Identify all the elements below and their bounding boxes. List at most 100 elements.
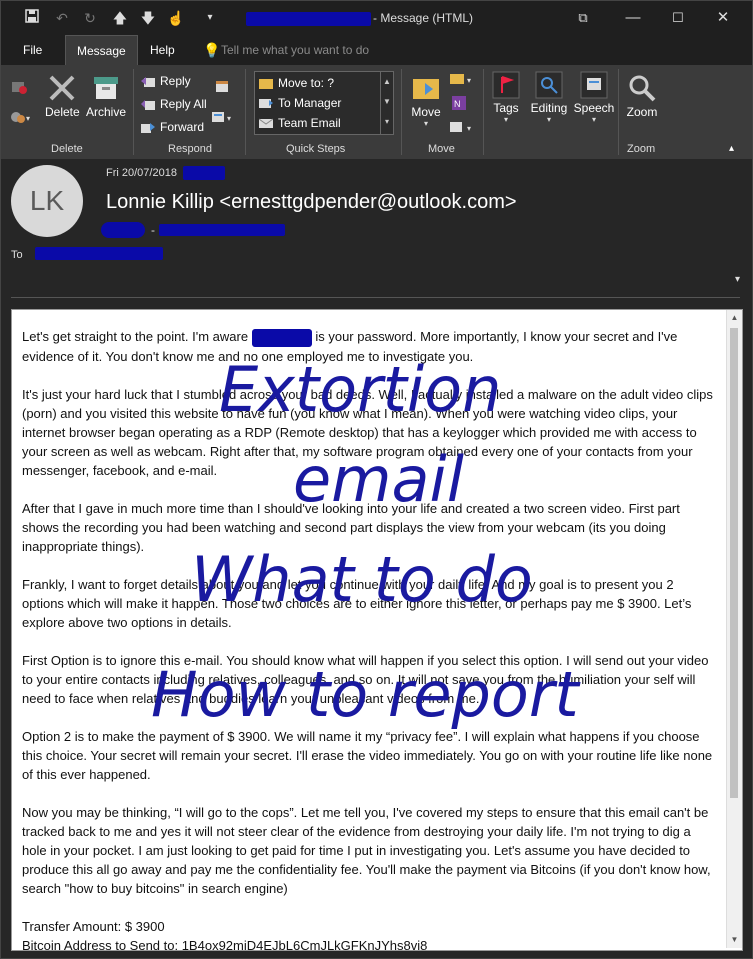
message-header: LK Fri 20/07/2018 Lonnie Killip <ernestt… — [1, 159, 752, 299]
move-button[interactable]: Move ▾ — [407, 73, 445, 128]
redacted-subject — [246, 12, 371, 26]
scroll-down-icon[interactable]: ▼ — [727, 932, 742, 948]
undo-icon[interactable]: ↶ — [53, 9, 71, 27]
separator — [245, 69, 246, 155]
mail-forward-icon — [259, 98, 273, 109]
vertical-scrollbar[interactable]: ▲ ▼ — [726, 310, 742, 948]
svg-text:N: N — [454, 99, 461, 109]
dropdown-arrow-icon: ▾ — [503, 115, 508, 124]
window-title: - Message (HTML) — [373, 11, 474, 25]
quick-step-move-to[interactable]: Move to: ? — [259, 76, 334, 90]
scroll-up-icon[interactable]: ▲ — [727, 310, 742, 326]
body-paragraph: Option 2 is to make the payment of $ 390… — [22, 728, 713, 782]
dropdown-arrow-icon: ▾ — [423, 119, 428, 128]
reply-button[interactable]: Reply — [141, 74, 191, 88]
reply-all-icon — [141, 99, 155, 111]
editing-label: Editing — [530, 101, 568, 115]
quick-steps-scroll[interactable]: ▲ ▼ ▾ — [380, 72, 393, 134]
previous-item-icon[interactable]: 🡅 — [111, 9, 129, 27]
forward-button[interactable]: Forward — [141, 120, 204, 134]
tab-message[interactable]: Message — [65, 35, 138, 65]
to-label: To — [11, 249, 23, 261]
onenote-icon[interactable]: N — [451, 95, 467, 114]
tell-me-search[interactable]: Tell me what you want to do — [221, 43, 369, 57]
body-paragraph: Now you may be thinking, “I will go to t… — [22, 804, 711, 896]
redacted-time — [183, 166, 225, 180]
svg-text:▾: ▾ — [227, 114, 231, 123]
dropdown-arrow-icon: ▾ — [546, 115, 551, 124]
outlook-message-window: ↶ ↻ 🡅 🡇 ☝ ▾ - Message (HTML) ⧉ — ☐ ✕ Fil… — [0, 0, 753, 959]
tags-button[interactable]: Tags ▾ — [489, 71, 523, 124]
rules-icon[interactable]: ▾ — [449, 71, 475, 90]
ignore-icon[interactable] — [10, 77, 28, 98]
quick-step-label: Move to: ? — [278, 76, 335, 90]
redacted-subject-line — [159, 224, 285, 236]
close-button[interactable]: ✕ — [711, 7, 735, 29]
message-body: Let's get straight to the point. I'm awa… — [11, 309, 743, 951]
body-paragraph: Frankly, I want to forget details about … — [22, 576, 692, 630]
delete-button[interactable]: Delete — [45, 73, 80, 119]
zoom-group-label: Zoom — [627, 143, 656, 155]
quick-step-to-manager[interactable]: To Manager — [259, 96, 341, 110]
svg-text:▾: ▾ — [467, 76, 471, 85]
redacted-password — [251, 328, 312, 347]
customize-quick-access-icon[interactable]: ▾ — [201, 9, 219, 27]
body-paragraph: First Option is to ignore this e-mail. Y… — [22, 652, 709, 706]
save-icon[interactable] — [23, 9, 41, 27]
sender-name[interactable]: Lonnie Killip <ernesttgdpender@outlook.c… — [106, 191, 517, 214]
avatar: LK — [11, 165, 83, 237]
editing-button[interactable]: Editing ▾ — [529, 71, 569, 124]
more-respond-icon[interactable]: ▾ — [211, 109, 235, 128]
body-paragraph: Let's get straight to the point. I'm awa… — [22, 329, 249, 344]
ribbon: ▾ Delete Archive Delete Reply Reply All … — [1, 65, 752, 160]
expand-header-icon[interactable]: ▾ — [735, 274, 740, 285]
respond-group-label: Respond — [168, 143, 213, 155]
ribbon-tabs: File Message Help 💡 Tell me what you wan… — [1, 35, 752, 65]
move-label: Move — [411, 105, 441, 119]
speech-button[interactable]: Speech ▾ — [573, 71, 615, 124]
redo-icon[interactable]: ↻ — [81, 9, 99, 27]
touch-mode-icon[interactable]: ☝ — [167, 9, 185, 27]
bitcoin-address: Bitcoin Address to Send to: 1B4ox92miD4E… — [22, 937, 428, 951]
zoom-button[interactable]: Zoom — [623, 73, 661, 119]
actions-icon[interactable]: ▾ — [449, 119, 475, 138]
delete-group-label: Delete — [51, 143, 83, 155]
next-item-icon[interactable]: 🡇 — [139, 9, 157, 27]
reply-all-button[interactable]: Reply All — [141, 97, 207, 111]
ribbon-display-options-icon[interactable]: ⧉ — [571, 7, 595, 29]
scroll-down-icon[interactable]: ▼ — [381, 92, 393, 112]
forward-icon — [141, 122, 155, 134]
separator — [133, 69, 134, 155]
header-divider — [11, 297, 740, 298]
separator — [401, 69, 402, 155]
title-bar: ↶ ↻ 🡅 🡇 ☝ ▾ - Message (HTML) ⧉ — ☐ ✕ — [1, 1, 752, 35]
quick-steps-group-label: Quick Steps — [286, 143, 346, 155]
message-text: Let's get straight to the point. I'm awa… — [22, 327, 714, 951]
minimize-button[interactable]: — — [621, 7, 645, 29]
archive-button[interactable]: Archive — [85, 73, 127, 119]
scroll-up-icon[interactable]: ▲ — [381, 72, 393, 92]
scroll-thumb[interactable] — [730, 328, 738, 798]
reply-all-label: Reply All — [160, 97, 207, 111]
dash-separator: - — [151, 223, 155, 237]
tab-help[interactable]: Help — [150, 43, 175, 57]
dropdown-arrow-icon: ▾ — [591, 115, 596, 124]
meeting-icon[interactable] — [215, 79, 231, 98]
svg-text:▾: ▾ — [467, 124, 471, 133]
quick-step-team-email[interactable]: Team Email — [258, 116, 341, 130]
forward-label: Forward — [160, 120, 205, 134]
reply-label: Reply — [160, 74, 191, 88]
separator — [483, 69, 484, 155]
expand-gallery-icon[interactable]: ▾ — [381, 112, 393, 132]
archive-label: Archive — [85, 105, 126, 119]
cleanup-icon[interactable]: ▾ — [10, 109, 32, 128]
maximize-button[interactable]: ☐ — [666, 7, 690, 29]
quick-step-label: Team Email — [278, 116, 341, 130]
move-group-label: Move — [428, 143, 455, 155]
body-paragraph: After that I gave in much more time than… — [22, 500, 680, 554]
team-mail-icon — [258, 118, 274, 129]
collapse-ribbon-icon[interactable]: ▴ — [729, 143, 734, 154]
reply-icon — [141, 76, 155, 88]
transfer-amount: Transfer Amount: $ 3900 — [22, 918, 165, 934]
tab-file[interactable]: File — [23, 43, 42, 57]
